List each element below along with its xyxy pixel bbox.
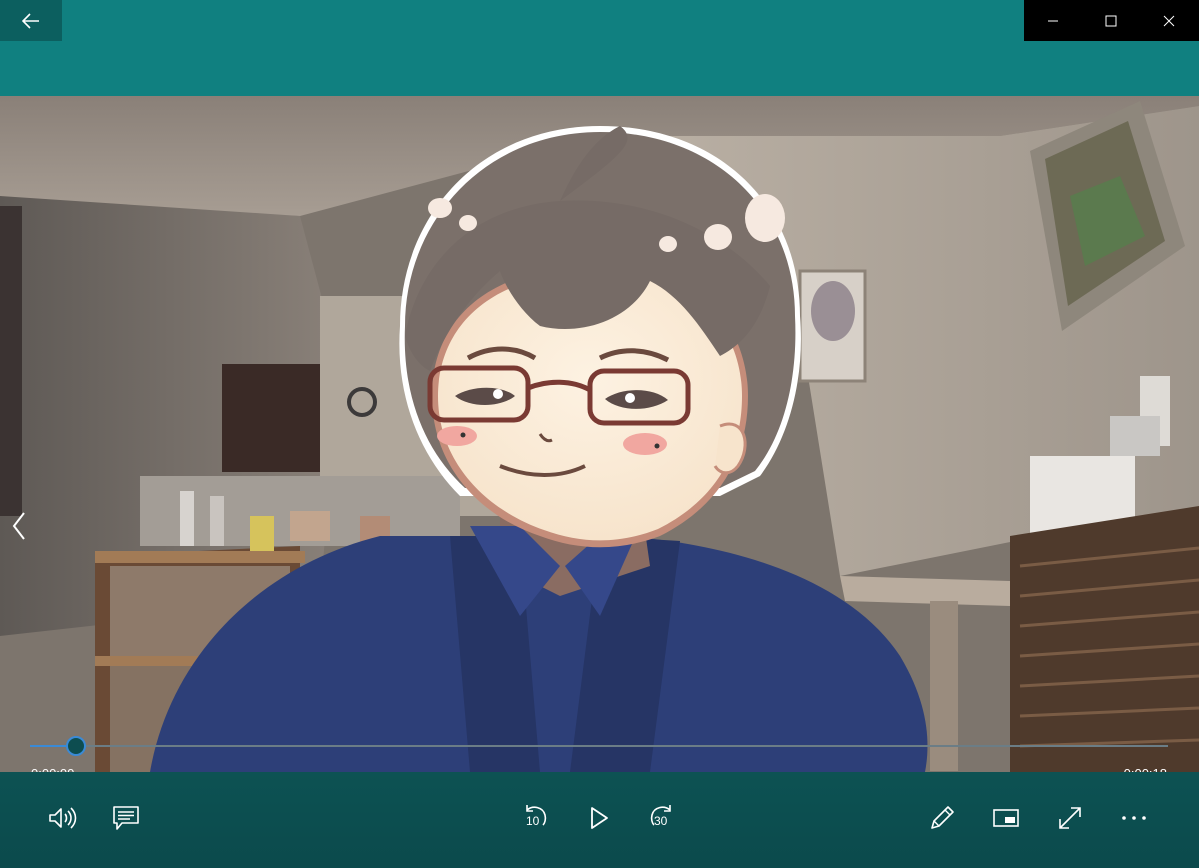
video-image bbox=[0, 96, 1199, 772]
previous-button[interactable] bbox=[6, 496, 32, 556]
volume-button[interactable] bbox=[40, 796, 84, 840]
play-icon bbox=[591, 807, 608, 829]
close-button[interactable] bbox=[1140, 0, 1198, 41]
skip-back-label: 10 bbox=[526, 814, 540, 828]
mini-view-button[interactable] bbox=[984, 796, 1028, 840]
maximize-icon bbox=[1105, 15, 1117, 26]
skip-forward-button[interactable]: 30 bbox=[641, 796, 685, 840]
title-bar bbox=[0, 0, 1199, 96]
arrow-left-icon bbox=[22, 12, 39, 29]
volume-icon bbox=[49, 807, 77, 829]
seek-bar[interactable] bbox=[30, 736, 1168, 758]
skip-back-button[interactable]: 10 bbox=[512, 796, 556, 840]
skip-forward-label: 30 bbox=[654, 814, 668, 828]
seek-track bbox=[30, 745, 1168, 747]
fullscreen-button[interactable] bbox=[1048, 796, 1092, 840]
close-icon bbox=[1163, 15, 1175, 26]
maximize-button[interactable] bbox=[1082, 0, 1140, 41]
minimize-button[interactable] bbox=[1024, 0, 1082, 41]
edit-pen-icon bbox=[931, 806, 954, 829]
back-button[interactable] bbox=[0, 0, 62, 41]
mini-view-icon bbox=[993, 809, 1019, 827]
more-icon bbox=[1122, 816, 1146, 820]
chevron-left-icon bbox=[12, 512, 25, 540]
minimize-icon bbox=[1048, 20, 1058, 21]
subtitles-icon bbox=[113, 806, 139, 830]
fullscreen-icon bbox=[1059, 807, 1081, 829]
media-player-window: 0:00:00 0:00:18 10 bbox=[0, 0, 1199, 868]
seek-thumb[interactable] bbox=[66, 736, 86, 756]
play-button[interactable] bbox=[577, 796, 621, 840]
video-frame[interactable] bbox=[0, 96, 1199, 772]
subtitles-button[interactable] bbox=[104, 796, 148, 840]
control-bar: 10 30 bbox=[0, 772, 1199, 868]
more-button[interactable] bbox=[1112, 796, 1156, 840]
edit-button[interactable] bbox=[920, 796, 964, 840]
window-controls bbox=[1024, 0, 1199, 41]
